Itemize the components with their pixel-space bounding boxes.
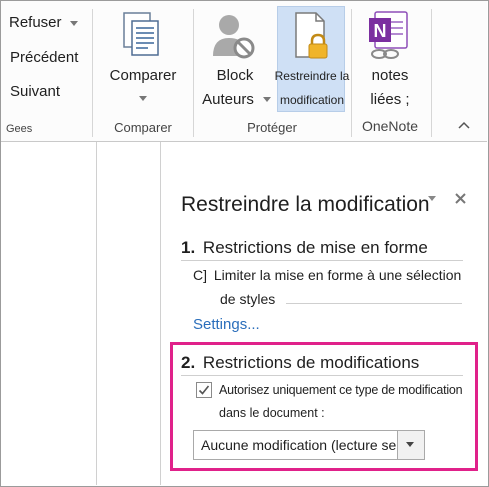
dropdown-arrow-icon[interactable] [397,431,424,459]
linked-notes-button[interactable]: N notes liées ; [353,6,427,118]
close-icon[interactable] [455,191,466,209]
ribbon-separator [431,9,432,137]
refuser-label: Refuser [9,14,62,31]
restrict-editing-button[interactable]: Restreindre la modification [275,6,349,112]
allow-editing-label-1: Autorisez uniquement ce type de modifica… [219,383,463,397]
block-authors-label-1: Block [216,67,254,84]
refuser-button[interactable]: Refuser [9,14,78,31]
compare-group-label: Comparer [114,120,172,135]
section2-rule [181,375,463,376]
compare-button-label: Comparer [109,67,177,84]
section2-heading: 2. Restrictions de modifications [181,353,419,373]
format-limit-checkbox[interactable]: C] Limiter la mise en forme à une sélect… [193,267,461,283]
document-margin-line [96,142,97,485]
compare-button[interactable]: Comparer [97,6,189,118]
precedent-button[interactable]: Précédent [10,49,78,66]
format-limit-label-1: Limiter la mise en forme à une sélection [213,267,462,283]
ribbon-separator [92,9,93,137]
section1-rule-bottom [286,303,462,304]
section1-heading: 1. Restrictions de mise en forme [181,238,428,258]
ribbon-separator [351,9,352,137]
block-authors-icon [211,12,257,65]
svg-text:N: N [374,21,387,41]
pane-title: Restreindre la modification [181,193,430,216]
block-authors-label-2: Auteurs [202,91,254,108]
suivant-button[interactable]: Suivant [10,83,60,100]
section1-title: Restrictions de mise en forme [202,238,428,257]
protect-group-label: Protéger [247,120,297,135]
checkmark-icon [198,385,210,395]
section1-number: 1. [181,238,196,257]
onenote-group-label: OneNote [361,118,419,134]
ribbon-separator [193,9,194,137]
collapse-ribbon-icon[interactable] [458,116,470,134]
restrict-editing-label-2: modification [279,93,345,107]
review-group-label: Gees [6,123,33,135]
restrict-editing-label-1: Restreindre la [274,69,350,83]
editing-type-value: Aucune modification (lecture seule) [201,437,420,453]
pane-options-dropdown-icon[interactable] [428,190,436,208]
format-limit-label-2: de styles [220,291,276,307]
linked-notes-label-1: notes [371,67,409,84]
block-authors-dropdown-icon [263,97,271,102]
refuser-dropdown-icon[interactable] [69,20,78,26]
allow-editing-label-2: dans le document : [219,406,325,420]
section1-rule [181,260,463,261]
allow-editing-checkbox[interactable] [196,382,212,398]
restrict-editing-icon [294,11,332,68]
ribbon: Refuser Précédent Suivant Gees Comparer … [1,1,487,142]
editing-type-dropdown[interactable]: Aucune modification (lecture seule) [193,430,425,460]
compare-dropdown-icon [139,96,147,101]
format-limit-checkbox-marker: C] [193,267,207,283]
onenote-icon: N [367,10,409,67]
settings-link[interactable]: Settings... [193,316,260,333]
compare-icon [123,12,161,63]
section2-number: 2. [181,353,196,372]
section2-title: Restrictions de modifications [202,353,420,372]
pane-divider [160,142,161,485]
linked-notes-label-2: liées ; [370,91,410,108]
block-authors-button[interactable]: Block Auteurs [197,6,273,118]
